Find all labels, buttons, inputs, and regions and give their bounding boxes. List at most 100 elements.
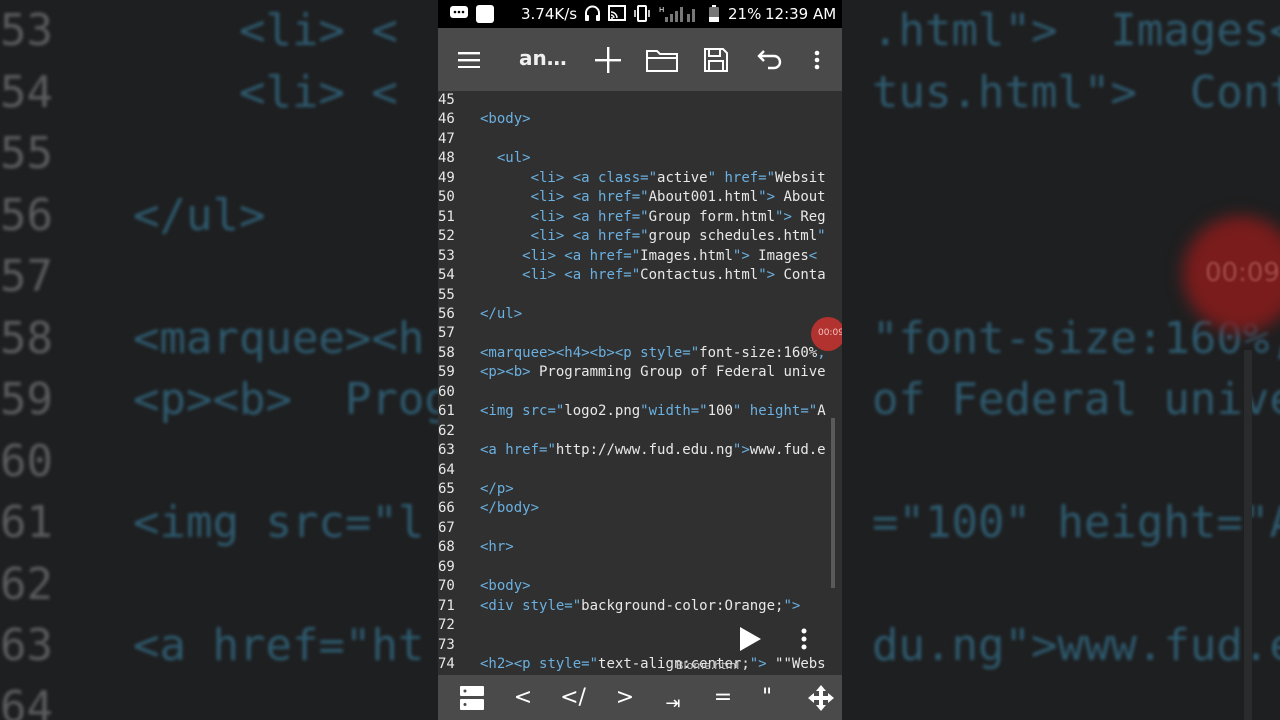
line-number: 57 [438, 325, 455, 342]
code-token: "width=" [640, 403, 708, 420]
code-text: www.fud.e [749, 442, 826, 459]
code-line[interactable]: </body> [480, 500, 539, 516]
code-line[interactable]: <div style="background-color:Orange;"> [480, 598, 800, 614]
code-editor[interactable]: 45 46 <body> 47 48 <ul> 49 <li> <a class="act… [438, 91, 842, 675]
line-number: 72 [438, 617, 455, 634]
network-speed: 3.74K/s [521, 5, 578, 23]
code-line[interactable]: </p> [480, 481, 514, 497]
svg-text:H: H [659, 6, 664, 14]
snippets-icon[interactable] [454, 675, 490, 720]
code-text: ""Webs [766, 656, 826, 673]
player-more-icon[interactable] [801, 628, 807, 656]
code-text: Images.html [640, 247, 733, 264]
code-text: font-size:160% [699, 344, 818, 361]
code-token: </body> [480, 500, 540, 517]
code-line[interactable]: <img src="logo2.png"width="100" height="… [480, 403, 826, 419]
scrollbar-blur [1244, 350, 1252, 720]
line-number: 73 [438, 636, 455, 653]
code-text: Conta [775, 267, 826, 284]
background-code-text: </ul> [133, 189, 266, 241]
line-number: 60 [438, 383, 455, 400]
code-text: http://www.fud.edu.ng [555, 442, 733, 459]
code-line[interactable]: <h2><p style="text-align:center;"> ""Web… [480, 656, 826, 672]
key-equals[interactable]: = [708, 675, 738, 720]
code-token: <img [480, 403, 523, 420]
line-number: 61 [438, 403, 455, 420]
line-number: 56 [438, 305, 455, 322]
code-token: <marquee><h4><b><p [480, 344, 641, 361]
code-token: <ul> [496, 150, 531, 167]
code-line[interactable]: <p><b> Programming Group of Federal univ… [480, 364, 826, 380]
background-line-number: 61 [0, 497, 53, 548]
code-text: group schedules.html [648, 228, 818, 245]
code-text: background-color:Orange; [581, 597, 784, 614]
line-number: 70 [438, 578, 455, 595]
code-text: Websit [775, 169, 826, 186]
line-number: 66 [438, 500, 455, 517]
file-title[interactable]: an… [519, 46, 567, 70]
code-line[interactable]: </ul> [480, 306, 522, 322]
move-cursor-icon[interactable] [804, 675, 838, 720]
code-line[interactable]: <li> <a href="Group form.html"> Reg [480, 209, 826, 225]
code-token: style=" [539, 656, 599, 673]
code-token: "> [732, 247, 750, 264]
code-token: "> [758, 267, 776, 284]
app-toolbar: an… [438, 28, 842, 91]
code-token: href=" [598, 208, 649, 225]
code-line[interactable]: <li> <a href="Contactus.html"> Conta [480, 267, 826, 284]
code-line[interactable]: <li> <a href="group schedules.html" [480, 228, 826, 244]
line-number: 62 [438, 422, 455, 439]
code-token: <li> <a [522, 247, 590, 264]
code-token: class= [598, 169, 649, 186]
code-text: Group form.html [648, 208, 776, 225]
background-code-text: <marquee><h [133, 312, 425, 364]
battery-icon [709, 5, 719, 26]
code-token: <body> [480, 111, 531, 128]
editor-scrollbar[interactable] [831, 418, 835, 588]
code-token: href=" [598, 189, 649, 206]
line-number: 45 [438, 92, 455, 108]
signal-icon: H [659, 4, 699, 27]
status-bar: 3.74K/s H 21% 12:39 AM [438, 0, 842, 28]
key-gt[interactable]: > [610, 675, 640, 720]
plus-icon[interactable] [592, 28, 624, 91]
key-close-tag[interactable]: </ [556, 675, 590, 720]
code-token: <a [480, 442, 506, 459]
key-quote[interactable]: " [752, 675, 782, 720]
code-line[interactable]: <hr> [480, 539, 514, 555]
menu-icon[interactable] [454, 28, 484, 91]
save-icon[interactable] [701, 28, 731, 91]
background-code-text-right: tus.html"> Conta [872, 66, 1280, 118]
line-number: 54 [438, 267, 455, 284]
code-token: "> [749, 656, 767, 673]
code-line[interactable]: <a href="http://www.fud.edu.ng">www.fud.… [480, 442, 826, 458]
background-code-text-right: ="100" height="A [872, 497, 1280, 548]
background-line-number: 58 [0, 312, 53, 364]
key-lt[interactable]: < [508, 675, 538, 720]
more-vert-icon[interactable] [807, 28, 827, 91]
code-line[interactable]: <li> <a class="active" href="Websit [480, 170, 826, 186]
code-line[interactable]: <marquee><h4><b><p style="font-size:160%… [480, 345, 826, 361]
key-tab[interactable]: ⇥ [658, 675, 688, 720]
background-line-number: 63 [0, 620, 53, 671]
line-number: 53 [438, 247, 455, 264]
code-line[interactable]: <li> <a href="Images.html"> Images< [480, 248, 817, 264]
code-line[interactable]: <li> <a href="About001.html"> About [480, 189, 826, 205]
play-icon[interactable] [738, 626, 762, 656]
code-token: </p> [480, 481, 514, 497]
undo-icon[interactable] [754, 28, 784, 91]
code-line[interactable]: <body> [480, 578, 531, 594]
code-line[interactable]: <body> [480, 111, 531, 127]
code-token: style=" [522, 597, 582, 614]
folder-icon[interactable] [644, 28, 680, 91]
code-token: <li> <a [522, 267, 590, 284]
recording-timer: 00:09 [818, 328, 842, 338]
code-line[interactable]: <ul> [480, 150, 531, 166]
app-notification-icon [476, 5, 494, 27]
code-token: "> [732, 442, 750, 459]
code-text: logo2.png [564, 403, 641, 420]
